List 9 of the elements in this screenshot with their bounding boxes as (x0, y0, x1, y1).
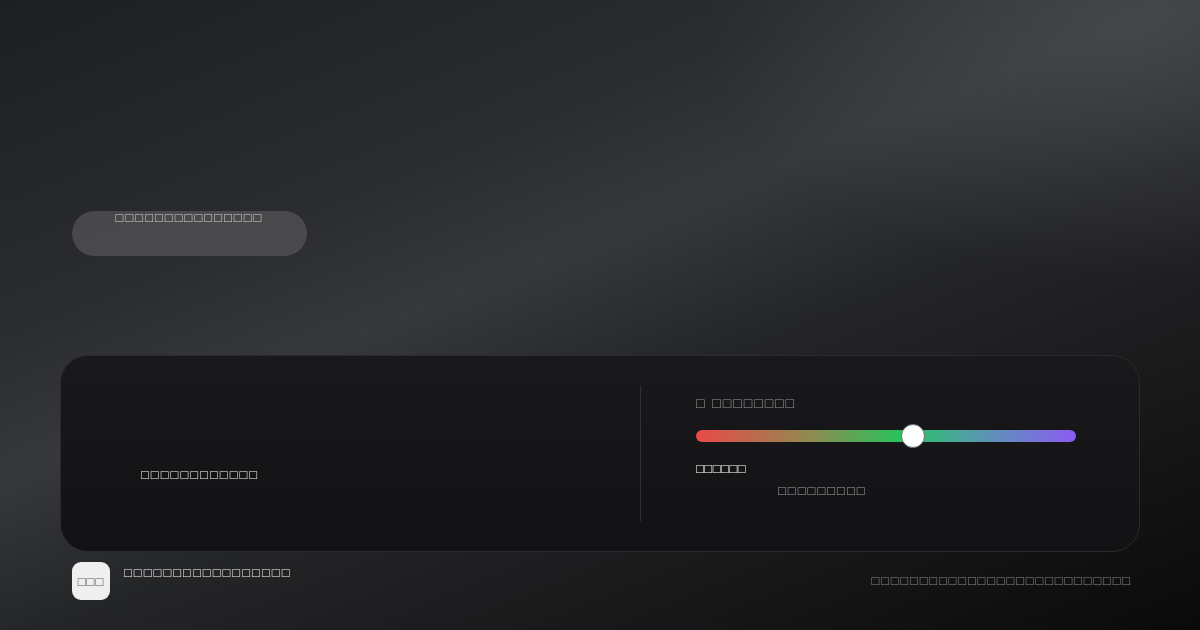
slider-label: □ □□□□□□□□ (696, 394, 796, 412)
slider-value: □□□□□□ (696, 460, 747, 478)
footer-note: □□□□□□□□□□□□□□□□□□□□□□□□□□□ (871, 572, 1132, 590)
panel-message: □□□□□□□□□□□□ (141, 467, 260, 483)
footer-title: □□□□□□□□□□□□□□□□□ (124, 564, 292, 582)
slider-thumb[interactable] (900, 424, 925, 448)
slider-caption: □□□□□□□□□ (778, 482, 867, 500)
app-logo: □□□ (72, 562, 110, 600)
status-pill: □□□□□□□□□□□□□□□ (72, 211, 307, 256)
